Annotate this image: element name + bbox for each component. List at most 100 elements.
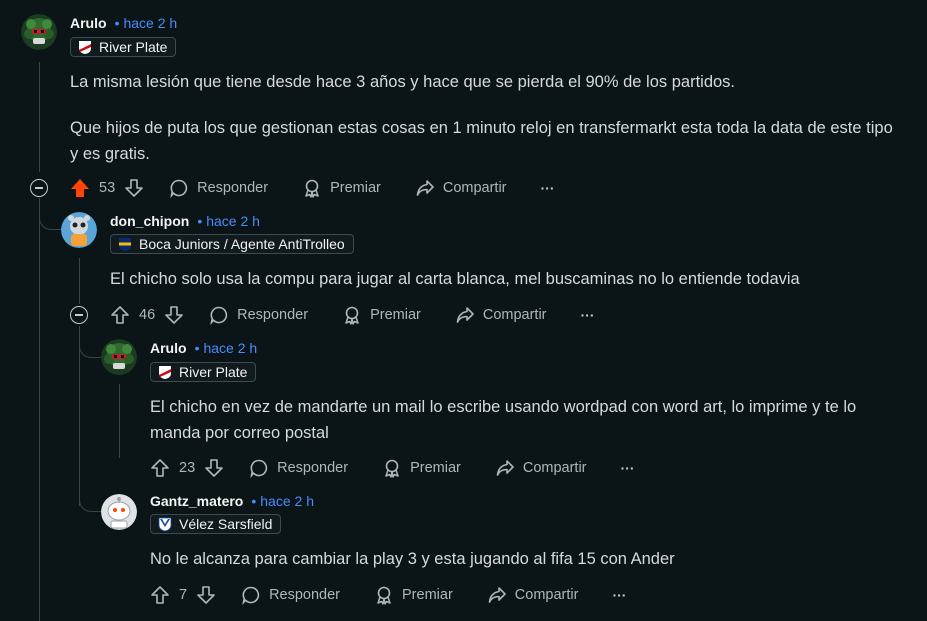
share-button[interactable]: Compartir xyxy=(455,305,547,325)
downvote-button[interactable] xyxy=(123,177,145,199)
downvote-button[interactable] xyxy=(203,457,225,479)
reply-button[interactable]: Responder xyxy=(169,178,268,198)
speech-bubble-icon xyxy=(210,306,228,325)
speech-bubble-icon xyxy=(250,459,268,478)
upvote-button[interactable] xyxy=(69,177,91,199)
flair-label: River Plate xyxy=(179,364,248,380)
avatar[interactable] xyxy=(101,494,137,530)
share-label: Compartir xyxy=(442,180,507,196)
comment-paragraph: No le alcanza para cambiar la play 3 y e… xyxy=(150,550,675,568)
author-line: Arulo • hace 2 h xyxy=(150,339,257,357)
comment-body: No le alcanza para cambiar la play 3 y e… xyxy=(150,546,910,572)
user-flair: River Plate xyxy=(70,37,177,57)
reply-button[interactable]: Responder xyxy=(209,305,308,325)
author-name[interactable]: Gantz_matero xyxy=(150,493,243,509)
award-button[interactable]: Premiar xyxy=(302,178,381,198)
thread-line-level-1-lower xyxy=(79,326,80,506)
comment-actions: 23 Responder Premiar Compartir ··· xyxy=(149,456,635,480)
upvote-button[interactable] xyxy=(149,584,171,606)
flair-label: River Plate xyxy=(99,39,168,55)
award-label: Premiar xyxy=(410,460,461,476)
river-plate-crest-icon xyxy=(79,41,91,54)
avatar[interactable] xyxy=(21,14,57,50)
award-ribbon-icon xyxy=(377,586,391,605)
comment-paragraph: El chicho solo usa la compu para jugar a… xyxy=(110,270,800,288)
thread-line-level-2 xyxy=(119,384,120,458)
arrow-down-icon xyxy=(125,179,143,197)
share-button[interactable]: Compartir xyxy=(415,178,507,198)
user-flair: Vélez Sarsfield xyxy=(150,514,282,534)
author-line: don_chipon • hace 2 h xyxy=(110,212,260,230)
avatar-image xyxy=(61,212,97,248)
award-button[interactable]: Premiar xyxy=(342,305,421,325)
flair-label: Vélez Sarsfield xyxy=(179,516,273,532)
reply-label: Responder xyxy=(197,180,269,196)
share-label: Compartir xyxy=(482,307,547,323)
share-arrow-icon xyxy=(456,307,474,323)
more-options-button[interactable]: ··· xyxy=(621,460,635,476)
share-label: Compartir xyxy=(514,587,579,603)
arrow-up-icon xyxy=(71,179,89,197)
speech-bubble-icon xyxy=(242,586,260,605)
thread-line-level-0-lower xyxy=(39,198,40,621)
award-label: Premiar xyxy=(370,307,421,323)
comment-paragraph: Que hijos de puta los que gestionan esta… xyxy=(70,119,893,163)
reply-button[interactable]: Responder xyxy=(241,585,340,605)
comment-paragraph: El chicho en vez de mandarte un mail lo … xyxy=(150,398,857,442)
avatar-image xyxy=(101,494,137,530)
upvote-button[interactable] xyxy=(149,457,171,479)
timestamp[interactable]: hace 2 h xyxy=(206,213,260,229)
vote-count: 23 xyxy=(179,460,196,476)
arrow-up-icon xyxy=(151,586,169,604)
ellipsis-icon: ··· xyxy=(580,307,595,323)
avatar[interactable] xyxy=(101,339,137,375)
collapse-minus-icon[interactable] xyxy=(30,179,48,197)
comment-actions: 53 Responder Premiar Compartir ··· xyxy=(69,176,555,200)
more-options-button[interactable]: ··· xyxy=(541,180,555,196)
arrow-down-icon xyxy=(205,459,223,477)
comment-body: La misma lesión que tiene desde hace 3 a… xyxy=(70,69,900,167)
comment-thread: Arulo • hace 2 h River Plate La misma lesi… xyxy=(0,0,927,621)
reply-label: Responder xyxy=(269,587,341,603)
timestamp[interactable]: hace 2 h xyxy=(123,15,177,31)
author-name[interactable]: Arulo xyxy=(150,340,187,356)
downvote-button[interactable] xyxy=(195,584,217,606)
author-name[interactable]: Arulo xyxy=(70,15,107,31)
timestamp[interactable]: hace 2 h xyxy=(203,340,257,356)
boca-juniors-crest-icon xyxy=(119,238,131,251)
flair-label: Boca Juniors / Agente AntiTrolleo xyxy=(139,236,345,252)
share-arrow-icon xyxy=(416,180,434,196)
user-flair: Boca Juniors / Agente AntiTrolleo xyxy=(110,234,354,254)
ellipsis-icon: ··· xyxy=(540,180,555,196)
avatar[interactable] xyxy=(61,212,97,248)
downvote-button[interactable] xyxy=(163,304,185,326)
share-arrow-icon xyxy=(488,587,506,603)
more-options-button[interactable]: ··· xyxy=(581,307,595,323)
arrow-up-icon xyxy=(151,459,169,477)
timestamp[interactable]: hace 2 h xyxy=(260,493,314,509)
vote-count: 53 xyxy=(99,180,116,196)
vote-count: 7 xyxy=(179,587,188,603)
award-button[interactable]: Premiar xyxy=(382,458,461,478)
vote-count: 46 xyxy=(139,307,156,323)
reply-label: Responder xyxy=(237,307,309,323)
share-button[interactable]: Compartir xyxy=(487,585,579,605)
author-line: Gantz_matero • hace 2 h xyxy=(150,492,314,510)
avatar-image xyxy=(21,14,57,50)
share-button[interactable]: Compartir xyxy=(495,458,587,478)
reply-button[interactable]: Responder xyxy=(249,458,348,478)
arrow-down-icon xyxy=(165,306,183,324)
author-name[interactable]: don_chipon xyxy=(110,213,189,229)
separator-dot: • xyxy=(197,213,203,229)
award-ribbon-icon xyxy=(305,179,319,198)
upvote-button[interactable] xyxy=(109,304,131,326)
comment-body: El chicho solo usa la compu para jugar a… xyxy=(110,266,910,292)
award-label: Premiar xyxy=(402,587,453,603)
award-button[interactable]: Premiar xyxy=(374,585,453,605)
thread-line-level-0 xyxy=(39,62,40,172)
thread-line-level-1 xyxy=(79,258,80,304)
river-plate-crest-icon xyxy=(159,366,171,379)
collapse-minus-icon[interactable] xyxy=(70,306,88,324)
more-options-button[interactable]: ··· xyxy=(612,587,626,603)
award-ribbon-icon xyxy=(385,459,399,478)
